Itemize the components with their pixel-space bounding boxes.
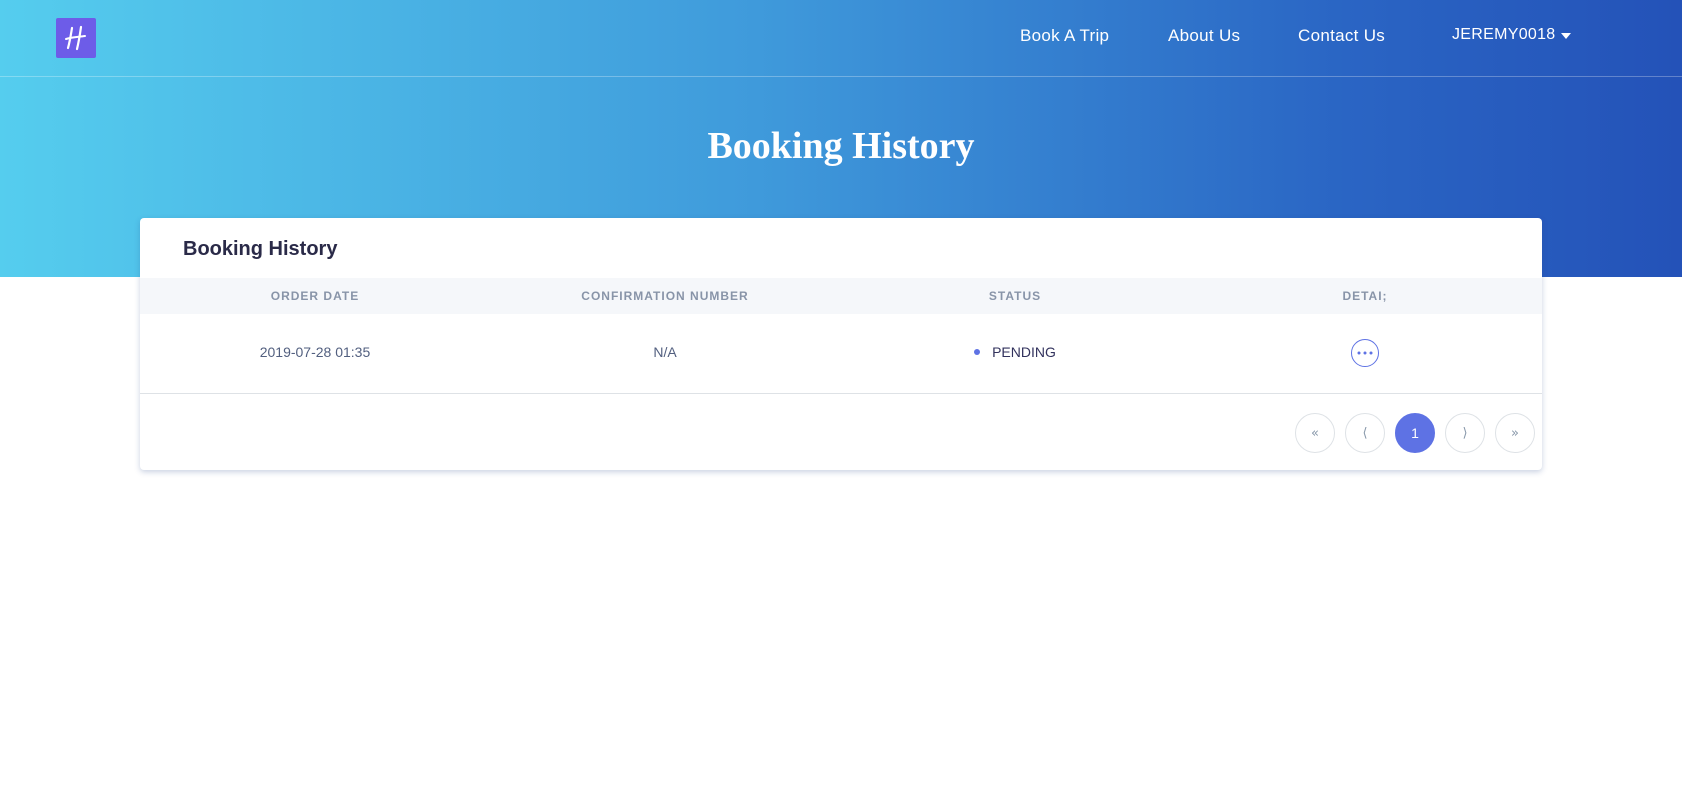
detail-button[interactable]	[1351, 339, 1379, 367]
pagination-page-1[interactable]: 1	[1395, 413, 1435, 453]
pagination-first-button[interactable]: «	[1295, 413, 1335, 453]
column-header-order-date: ORDER DATE	[270, 289, 360, 303]
pagination-prev-button[interactable]: ⟨	[1345, 413, 1385, 453]
confirmation-number-cell: N/A	[653, 344, 677, 360]
user-menu[interactable]: JEREMY0018	[1452, 26, 1571, 44]
user-menu-label: JEREMY0018	[1452, 26, 1556, 43]
more-horizontal-icon	[1357, 351, 1373, 355]
pagination-last-button[interactable]: »	[1495, 413, 1535, 453]
table-row: 2019-07-28 01:35 N/A PENDING	[140, 314, 1542, 394]
caret-down-icon	[1560, 32, 1571, 39]
nav-link-book-a-trip[interactable]: Book A Trip	[1020, 26, 1109, 46]
status-cell: PENDING	[840, 344, 1190, 360]
column-header-confirmation-number: CONFIRMATION NUMBER	[581, 289, 749, 303]
order-date-cell: 2019-07-28 01:35	[259, 344, 371, 360]
pagination-next-button[interactable]: ⟩	[1445, 413, 1485, 453]
dot-icon	[974, 349, 981, 355]
status-badge: PENDING	[992, 344, 1056, 360]
navbar: Book A Trip About Us Contact Us JEREMY00…	[0, 0, 1682, 77]
column-header-status: STATUS	[988, 289, 1042, 303]
column-header-detail: DETAI;	[1342, 289, 1388, 303]
booking-history-card: Booking History ORDER DATE CONFIRMATION …	[140, 218, 1542, 470]
h-script-logo-icon	[65, 25, 86, 51]
page-title: Booking History	[707, 125, 975, 167]
nav-link-contact-us[interactable]: Contact Us	[1298, 26, 1385, 46]
table-header: ORDER DATE CONFIRMATION NUMBER STATUS DE…	[140, 278, 1542, 314]
card-title: Booking History	[183, 238, 338, 260]
nav-link-about-us[interactable]: About Us	[1168, 26, 1240, 46]
logo[interactable]	[56, 18, 96, 58]
